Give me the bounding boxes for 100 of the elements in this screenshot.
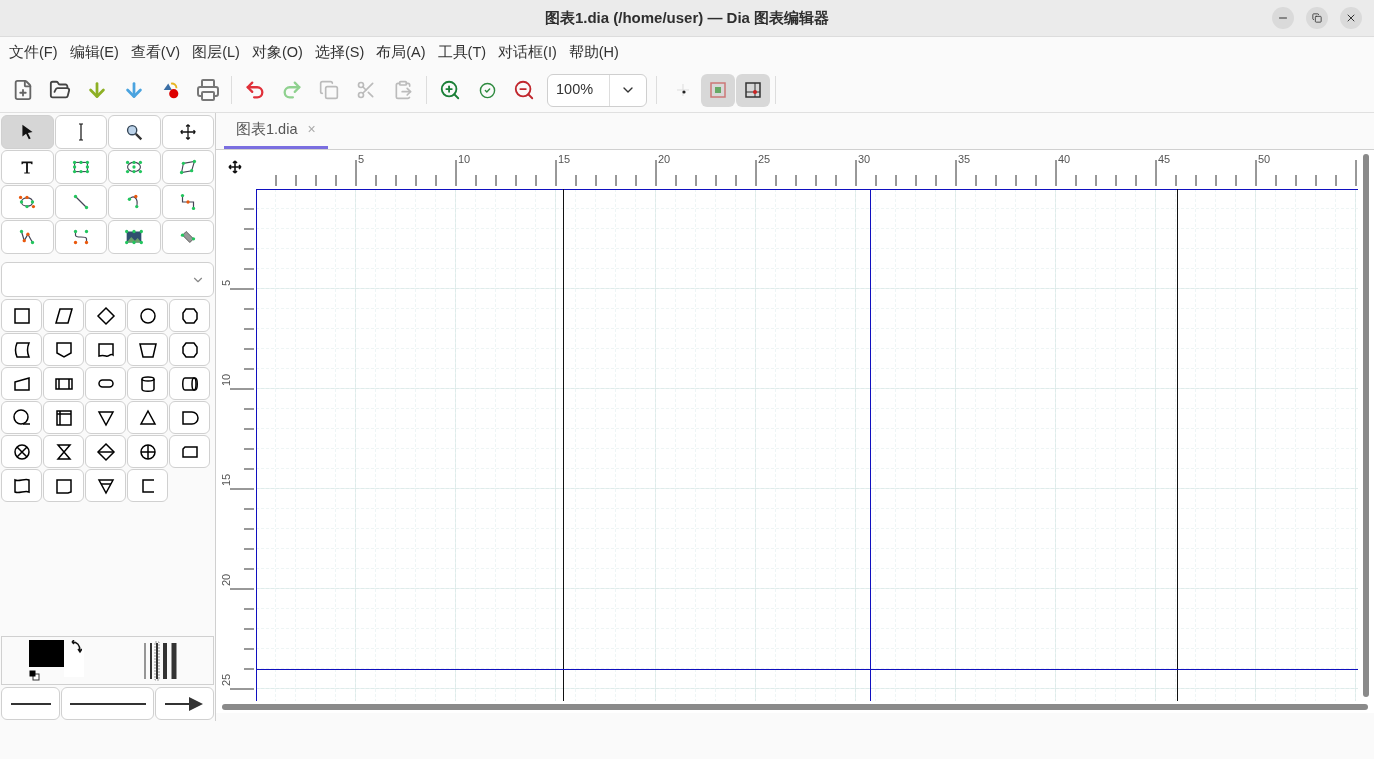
sort-shape-button[interactable] bbox=[85, 435, 126, 468]
swap-arrows-icon[interactable] bbox=[70, 640, 82, 654]
terminator-shape-button[interactable] bbox=[85, 367, 126, 400]
ruler-label: 40 bbox=[1058, 153, 1071, 165]
close-button[interactable] bbox=[1340, 7, 1362, 29]
ruler-label: 5 bbox=[220, 279, 232, 286]
trapezoid-shape-button[interactable] bbox=[127, 333, 168, 366]
line-end-arrow-button[interactable] bbox=[155, 687, 214, 720]
image-tool-tool-button[interactable] bbox=[108, 220, 161, 254]
background-color-swatch[interactable] bbox=[64, 650, 84, 677]
cylinder-shape-button[interactable] bbox=[127, 367, 168, 400]
line-start-button[interactable] bbox=[1, 687, 60, 720]
ruler-label: 15 bbox=[220, 473, 232, 486]
folder-icon bbox=[49, 79, 71, 101]
merge-shape-button[interactable] bbox=[85, 469, 126, 502]
minimize-button[interactable] bbox=[1272, 7, 1294, 29]
ruler-label: 20 bbox=[658, 153, 671, 165]
diamond-shape-button[interactable] bbox=[85, 299, 126, 332]
framed-square-icon bbox=[709, 81, 727, 99]
solid-line-icon bbox=[69, 701, 146, 706]
vertical-scrollbar[interactable] bbox=[1363, 154, 1369, 697]
tape-shape-button[interactable] bbox=[1, 469, 42, 502]
up-triangle-shape-button[interactable] bbox=[127, 401, 168, 434]
move-icon[interactable] bbox=[228, 160, 242, 174]
ruler-label: 25 bbox=[220, 673, 232, 686]
terminator-shape-icon bbox=[97, 379, 114, 388]
guides-button[interactable] bbox=[736, 73, 770, 107]
stored-data-shape-button[interactable] bbox=[1, 333, 42, 366]
menu-item[interactable]: 工具(T) bbox=[431, 41, 493, 64]
card-shape-button[interactable] bbox=[43, 469, 84, 502]
zoom-combo[interactable]: 100% bbox=[547, 73, 647, 107]
internal-storage-shape-button[interactable] bbox=[43, 401, 84, 434]
scissors-icon bbox=[356, 80, 376, 100]
menu-item[interactable]: 选择(S) bbox=[308, 41, 371, 64]
zoom-out-icon bbox=[513, 79, 535, 101]
reset-colors-icon[interactable] bbox=[29, 670, 40, 681]
drum-shape-button[interactable] bbox=[169, 367, 210, 400]
menu-item[interactable]: 查看(V) bbox=[124, 41, 187, 64]
restore-icon bbox=[1312, 13, 1322, 23]
menu-item[interactable]: 对象(O) bbox=[245, 41, 309, 64]
ruler-label: 10 bbox=[458, 153, 471, 165]
document-shape-button[interactable] bbox=[85, 333, 126, 366]
text-cursor-icon bbox=[77, 123, 84, 141]
beziergon-tool-tool-button[interactable] bbox=[1, 185, 54, 219]
magnifier-tool-button[interactable] bbox=[108, 115, 161, 149]
text-tool-tool-button[interactable] bbox=[1, 150, 54, 184]
restore-button[interactable] bbox=[1306, 7, 1328, 29]
menu-item[interactable]: 对话框(I) bbox=[492, 41, 563, 64]
menu-item[interactable]: 编辑(E) bbox=[63, 41, 125, 64]
hourglass-shape-button[interactable] bbox=[43, 435, 84, 468]
menu-item[interactable]: 帮助(H) bbox=[562, 41, 625, 64]
ruler-label: 45 bbox=[1158, 153, 1171, 165]
paste-icon bbox=[393, 80, 413, 100]
save-as-arrow-icon bbox=[123, 79, 145, 101]
ruler-label: 25 bbox=[758, 153, 771, 165]
window-title: 图表1.dia (/home/user) — Dia 图表编辑器 bbox=[544, 7, 830, 28]
ruler-label: 20 bbox=[220, 573, 232, 586]
ruler-label: 15 bbox=[558, 153, 571, 165]
ruler-label: 50 bbox=[1258, 153, 1271, 165]
bracket-shape-button[interactable] bbox=[127, 469, 168, 502]
parallelogram-shape-button[interactable] bbox=[43, 299, 84, 332]
zoom-fit-icon bbox=[478, 81, 496, 99]
octagon-shape-button[interactable] bbox=[169, 299, 210, 332]
ruler-label: 30 bbox=[858, 153, 871, 165]
arrow-icon bbox=[164, 695, 205, 712]
copy-icon bbox=[319, 80, 339, 100]
undo-icon bbox=[244, 79, 266, 101]
menu-item[interactable]: 文件(F) bbox=[3, 41, 64, 64]
move-tool-button[interactable] bbox=[161, 115, 214, 149]
hexagon-shape-button[interactable] bbox=[169, 333, 210, 366]
q-circle-shape-button[interactable] bbox=[1, 401, 42, 434]
new-document-icon bbox=[12, 79, 34, 101]
text-cursor-tool-button[interactable] bbox=[54, 115, 107, 149]
zoom-in-icon bbox=[439, 79, 461, 101]
guide-lines-icon bbox=[744, 81, 762, 99]
printer-icon bbox=[196, 78, 220, 102]
circle-shape-button[interactable] bbox=[127, 299, 168, 332]
close-icon bbox=[1345, 12, 1357, 24]
line-style-button[interactable] bbox=[61, 687, 154, 720]
display-shape-button[interactable] bbox=[169, 435, 210, 468]
circle-cross-shape-button[interactable] bbox=[1, 435, 42, 468]
menu-item[interactable]: 布局(A) bbox=[370, 41, 432, 64]
ruler-label: 35 bbox=[958, 153, 971, 165]
grid-point-icon bbox=[675, 82, 691, 98]
save-arrow-icon bbox=[86, 79, 108, 101]
menu-item[interactable]: 图层(L) bbox=[186, 41, 246, 64]
ruler-label: 10 bbox=[220, 373, 232, 386]
snap-object-button[interactable] bbox=[701, 73, 735, 107]
off-page-shape-button[interactable] bbox=[43, 333, 84, 366]
horizontal-scrollbar[interactable] bbox=[222, 704, 1368, 710]
foreground-color-swatch[interactable] bbox=[29, 640, 64, 667]
circle-plus-shape-button[interactable] bbox=[127, 435, 168, 468]
tab-label: 图表1.dia bbox=[236, 119, 298, 139]
process-shape-button[interactable] bbox=[43, 367, 84, 400]
down-triangle-shape-button[interactable] bbox=[85, 401, 126, 434]
delay-shape-button[interactable] bbox=[169, 401, 210, 434]
square-shape-button[interactable] bbox=[1, 299, 42, 332]
redo-icon bbox=[281, 79, 303, 101]
manual-input-shape-button[interactable] bbox=[1, 367, 42, 400]
pointer-tool-button[interactable] bbox=[1, 115, 54, 149]
